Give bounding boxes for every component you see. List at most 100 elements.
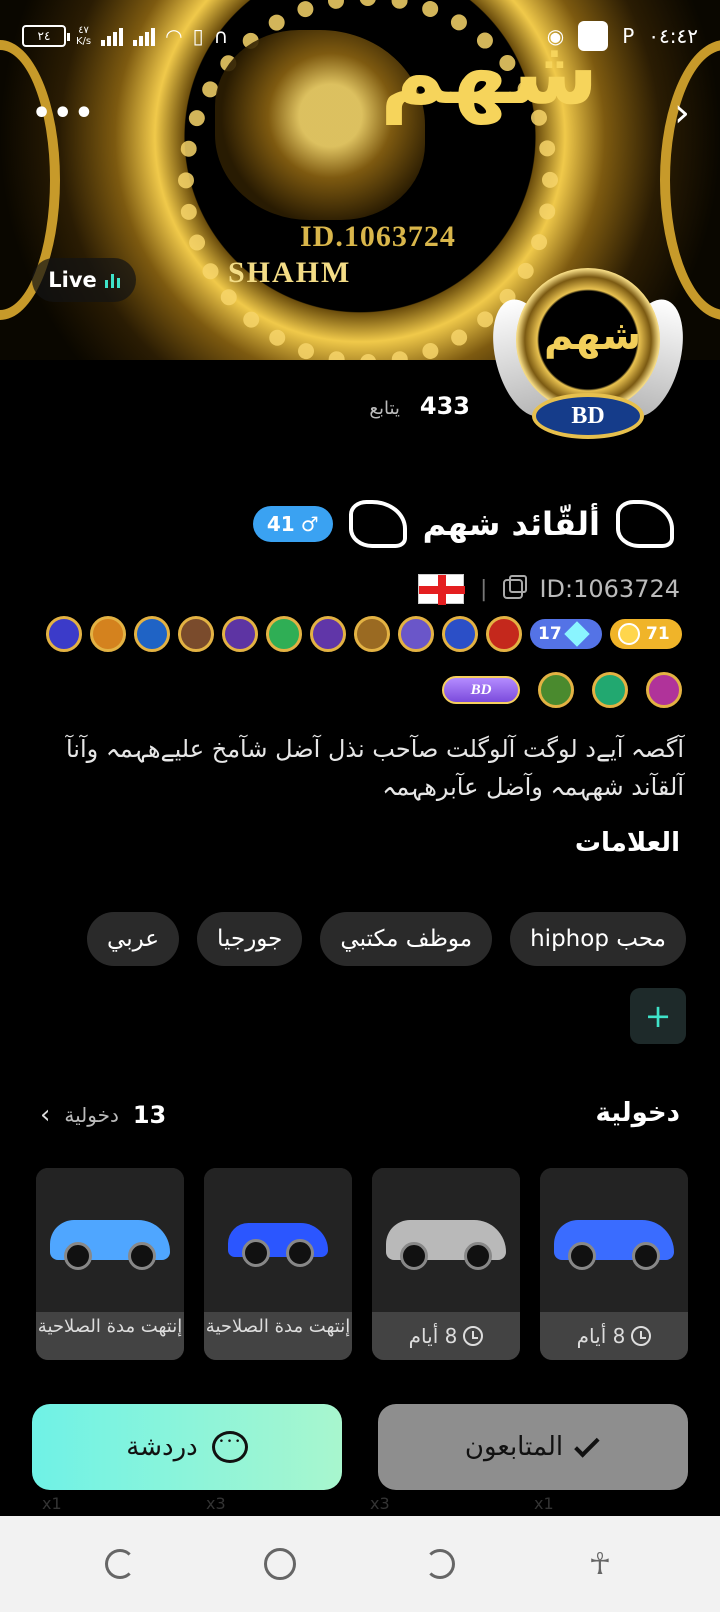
clock-time: ٠٤:٤٢	[648, 24, 698, 48]
clock-icon	[463, 1326, 484, 1346]
entries-see-all[interactable]: ‹ دخولية 13	[40, 1100, 166, 1130]
chat-icon	[211, 1431, 248, 1463]
back-icon[interactable]	[423, 1547, 457, 1581]
banner-emblem-id: ID.1063724	[300, 220, 456, 253]
georgia-flag-icon	[418, 574, 466, 605]
medal-icon[interactable]	[46, 616, 82, 652]
profile-name-row: ألقّائد شهم 41 ♂	[252, 494, 680, 554]
entry-card[interactable]: إنتهت مدة الصلاحية	[36, 1168, 184, 1360]
wealth-level: 71	[646, 624, 670, 644]
badge-row: 71 17	[46, 616, 682, 652]
check-icon	[574, 1432, 600, 1458]
tags-section-title: العلامات	[574, 828, 680, 858]
entries-section-title: دخولية	[595, 1098, 680, 1128]
banner-emblem-name: SHAHM	[228, 256, 352, 289]
medal-icon[interactable]	[442, 616, 478, 652]
network-speed: ٤٧ K/s	[76, 25, 91, 47]
id-separator: |	[480, 576, 488, 602]
convertible-car-icon	[386, 1220, 506, 1270]
entry-status: 8 أيام	[576, 1324, 626, 1348]
app-notification-icon	[578, 21, 609, 51]
chat-button[interactable]: دردشة	[32, 1404, 342, 1490]
medal-icon[interactable]	[134, 616, 170, 652]
home-icon[interactable]	[263, 1547, 297, 1581]
status-bar: ٢٤ ٤٧ K/s ◠ ▯ ∩ ◉ P ٠٤:٤٢	[22, 14, 698, 58]
tag-chip[interactable]: جورجيا	[197, 912, 303, 966]
entries-list: 8 أيام 8 أيام إنتهت مدة الصلاحية إنتهت م…	[36, 1168, 688, 1360]
recent-apps-icon[interactable]	[103, 1547, 137, 1581]
medal-icon[interactable]	[266, 616, 302, 652]
live-label: Live	[48, 268, 97, 292]
tag-chip[interactable]: عربي	[87, 912, 180, 966]
avatar-arabic: شهم	[544, 313, 642, 359]
male-icon: ♂	[300, 512, 319, 536]
chevron-right-icon[interactable]: ›	[674, 90, 690, 136]
user-id[interactable]: ID:1063724	[539, 575, 680, 603]
wifi-icon: ◠	[165, 24, 183, 48]
live-bars-icon	[104, 272, 120, 288]
entry-quantity: x1	[42, 1494, 62, 1513]
clock-icon	[631, 1326, 652, 1346]
parking-icon: P	[622, 24, 635, 48]
lion-deco-icon	[343, 494, 413, 554]
entry-card[interactable]: 8 أيام	[372, 1168, 520, 1360]
diamond-icon	[563, 621, 590, 647]
entries-count-label: دخولية	[64, 1103, 119, 1127]
profile-bio: آگصہ آيےد لوگت آلوگلت صآحب نذل آضل شآمخ …	[65, 735, 684, 801]
signal-icon	[101, 26, 124, 46]
wealth-level-badge[interactable]: 71	[610, 619, 682, 649]
following-stat[interactable]: 433 يتابع	[369, 392, 470, 420]
network-speed-unit: K/s	[76, 36, 92, 47]
medal-icon[interactable]	[310, 616, 346, 652]
copy-icon[interactable]	[503, 575, 528, 599]
accessibility-icon[interactable]: ☥	[583, 1547, 617, 1582]
entry-card[interactable]: 8 أيام	[540, 1168, 688, 1360]
following-count: 433	[419, 392, 470, 420]
age-gender-badge: 41 ♂	[252, 506, 333, 542]
medal-icon[interactable]	[222, 616, 258, 652]
id-row: | ID:1063724	[418, 574, 680, 605]
badge-row-2: BD	[442, 672, 682, 708]
network-speed-value: ٤٧	[78, 25, 89, 36]
chat-label: دردشة	[126, 1432, 198, 1462]
medal-icon[interactable]	[398, 616, 434, 652]
charm-level: 17	[538, 624, 562, 644]
star-icon	[618, 623, 640, 645]
chevron-left-icon: ‹	[40, 1100, 51, 1130]
medal-icon[interactable]	[178, 616, 214, 652]
entry-status: إنتهت مدة الصلاحية	[37, 1316, 183, 1337]
tag-chip[interactable]: موظف مكتبي	[320, 912, 493, 966]
entry-quantity: x3	[370, 1494, 390, 1513]
battery-icon: ٢٤	[22, 25, 70, 47]
charm-level-badge[interactable]: 17	[530, 619, 602, 649]
entry-status: إنتهت مدة الصلاحية	[205, 1316, 351, 1337]
medal-icon[interactable]	[90, 616, 126, 652]
add-tag-button[interactable]: +	[630, 988, 686, 1044]
bd-badge[interactable]: BD	[442, 676, 520, 704]
avatar-plate: BD	[532, 393, 644, 439]
live-button[interactable]: Live	[32, 258, 136, 302]
tags-list: محب hiphop موظف مكتبي جورجيا عربي	[87, 912, 686, 966]
vibrate-icon: ▯	[192, 24, 204, 48]
avatar[interactable]: شهم BD	[481, 258, 695, 458]
entry-status: 8 أيام	[408, 1324, 458, 1348]
suv-car-icon	[50, 1220, 170, 1270]
lion-deco-icon	[610, 494, 680, 554]
headphones-icon: ∩	[213, 24, 229, 48]
medal-icon[interactable]	[592, 672, 628, 708]
tag-chip[interactable]: محب hiphop	[510, 912, 686, 966]
sports-car-icon	[554, 1220, 674, 1270]
followers-button[interactable]: المتابعون	[378, 1404, 688, 1490]
medal-icon[interactable]	[646, 672, 682, 708]
medal-icon[interactable]	[354, 616, 390, 652]
more-options-icon[interactable]: •••	[32, 96, 96, 131]
entries-count: 13	[132, 1101, 167, 1129]
battery-level: ٢٤	[37, 29, 51, 43]
medal-icon[interactable]	[486, 616, 522, 652]
entry-card[interactable]: إنتهت مدة الصلاحية	[204, 1168, 352, 1360]
followers-label: المتابعون	[464, 1432, 564, 1462]
signal-icon-2	[133, 26, 156, 46]
medal-icon[interactable]	[538, 672, 574, 708]
entry-quantity: x1	[534, 1494, 554, 1513]
age-value: 41	[266, 512, 295, 536]
